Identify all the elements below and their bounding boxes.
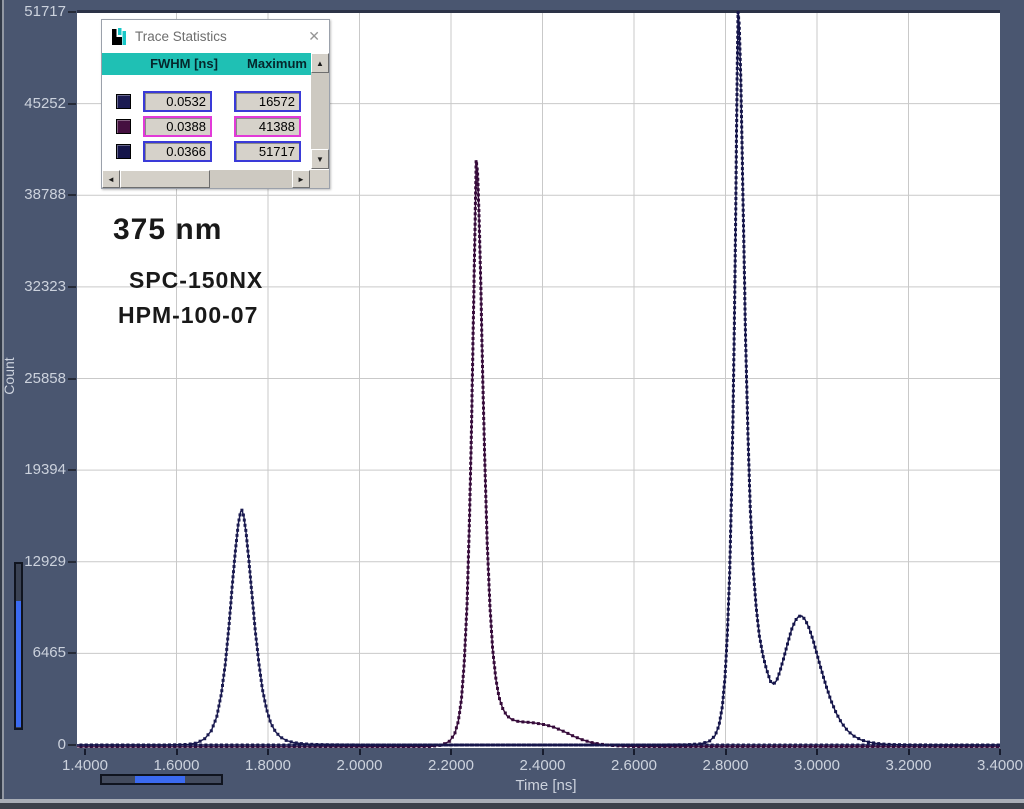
maximum-value-field: 51717	[234, 141, 301, 162]
x-tick-label: 2.2000	[428, 757, 474, 774]
x-tick-mark	[724, 749, 727, 755]
y-tick-mark	[68, 285, 76, 288]
x-tick-label: 1.8000	[245, 757, 291, 774]
y-tick-label: 51717	[24, 3, 66, 20]
x-tick-label: 1.6000	[153, 757, 200, 774]
x-zoom-slider[interactable]	[100, 774, 223, 785]
y-tick-label: 19394	[24, 461, 66, 479]
x-tick-mark	[999, 749, 1001, 755]
trace-color-swatch[interactable]	[116, 144, 131, 159]
stats-window-title: Trace Statistics	[135, 29, 227, 44]
trace-2-series	[77, 160, 1000, 748]
y-tick-label: 0	[57, 736, 66, 753]
x-tick-mark	[541, 749, 544, 755]
x-tick-label: 3.0000	[794, 757, 840, 774]
scroll-left-icon[interactable]: ◄	[102, 170, 120, 188]
y-tick-label: 45252	[24, 94, 66, 112]
y-tick-mark	[68, 377, 76, 380]
y-tick-mark	[68, 469, 76, 472]
resize-grip[interactable]	[310, 170, 329, 188]
x-tick-label: 2.8000	[702, 757, 749, 774]
annotation-module: SPC-150NX	[129, 267, 264, 293]
x-tick-label: 3.2000	[885, 757, 932, 774]
annotation-wavelength: 375 nm	[113, 213, 223, 246]
x-tick-mark	[633, 749, 635, 755]
trace-color-swatch[interactable]	[116, 119, 131, 134]
y-zoom-slider-thumb[interactable]	[16, 601, 21, 727]
y-tick-mark	[68, 194, 76, 197]
column-header-maximum: Maximum	[247, 56, 307, 71]
scroll-right-icon[interactable]: ►	[292, 170, 310, 188]
scroll-up-icon[interactable]: ▲	[311, 53, 329, 73]
fwhm-value-field: 0.0532	[143, 91, 212, 112]
trace-color-swatch[interactable]	[116, 94, 131, 109]
x-tick-mark	[816, 749, 818, 755]
y-tick-mark	[68, 652, 76, 655]
stats-header-row: FWHM [ns] Maximum	[102, 53, 311, 75]
y-tick-mark	[68, 102, 76, 105]
stats-horizontal-scrollbar[interactable]: ◄ ►	[102, 170, 329, 188]
x-tick-mark	[84, 749, 86, 755]
trace-statistics-window: Trace Statistics ✕ FWHM [ns] Maximum 0.0…	[101, 19, 330, 189]
y-tick-mark	[68, 11, 76, 13]
stats-window-titlebar[interactable]: Trace Statistics ✕	[102, 20, 329, 53]
window-left-edge-highlight	[2, 0, 4, 809]
x-tick-mark	[175, 749, 178, 755]
fwhm-value-field: 0.0366	[143, 141, 212, 162]
fwhm-value-field: 0.0388	[143, 116, 212, 137]
y-tick-label: 38788	[24, 186, 66, 204]
column-header-fwhm: FWHM [ns]	[150, 56, 218, 71]
x-tick-label: 2.0000	[336, 757, 383, 774]
x-tick-mark	[267, 749, 269, 755]
stats-vertical-scrollbar[interactable]: ▲ ▼	[311, 53, 329, 169]
y-tick-label: 32323	[24, 277, 66, 295]
stats-row: 0.0532 16572	[102, 89, 311, 114]
maximum-value-field: 16572	[234, 91, 301, 112]
window-bottom-edge	[0, 803, 1024, 809]
stats-row: 0.0366 51717	[102, 139, 311, 164]
stats-rows: 0.0532 16572 0.0388 41388 0.0366 51717	[102, 75, 311, 169]
y-tick-label: 25858	[24, 369, 66, 387]
x-tick-label: 2.6000	[611, 757, 657, 774]
x-zoom-slider-thumb[interactable]	[135, 776, 185, 783]
x-tick-label: 3.4000	[977, 757, 1023, 774]
x-axis-title: Time [ns]	[515, 777, 577, 794]
maximum-value-field: 41388	[234, 116, 301, 137]
scroll-down-icon[interactable]: ▼	[311, 149, 329, 169]
x-tick-mark	[907, 749, 910, 755]
y-tick-mark	[68, 560, 76, 563]
x-tick-mark	[450, 749, 452, 755]
annotation-detector: HPM-100-07	[118, 302, 259, 328]
bh-logo-icon	[112, 28, 126, 45]
trace-1-series	[77, 508, 1000, 747]
x-tick-mark	[358, 749, 361, 755]
close-icon[interactable]: ✕	[308, 28, 320, 45]
stats-row: 0.0388 41388	[102, 114, 311, 139]
x-tick-label: 2.4000	[519, 757, 566, 774]
x-tick-label: 1.4000	[62, 757, 108, 774]
y-zoom-slider[interactable]	[14, 562, 23, 730]
horizontal-scroll-thumb[interactable]	[120, 170, 210, 188]
y-tick-mark	[68, 744, 76, 746]
